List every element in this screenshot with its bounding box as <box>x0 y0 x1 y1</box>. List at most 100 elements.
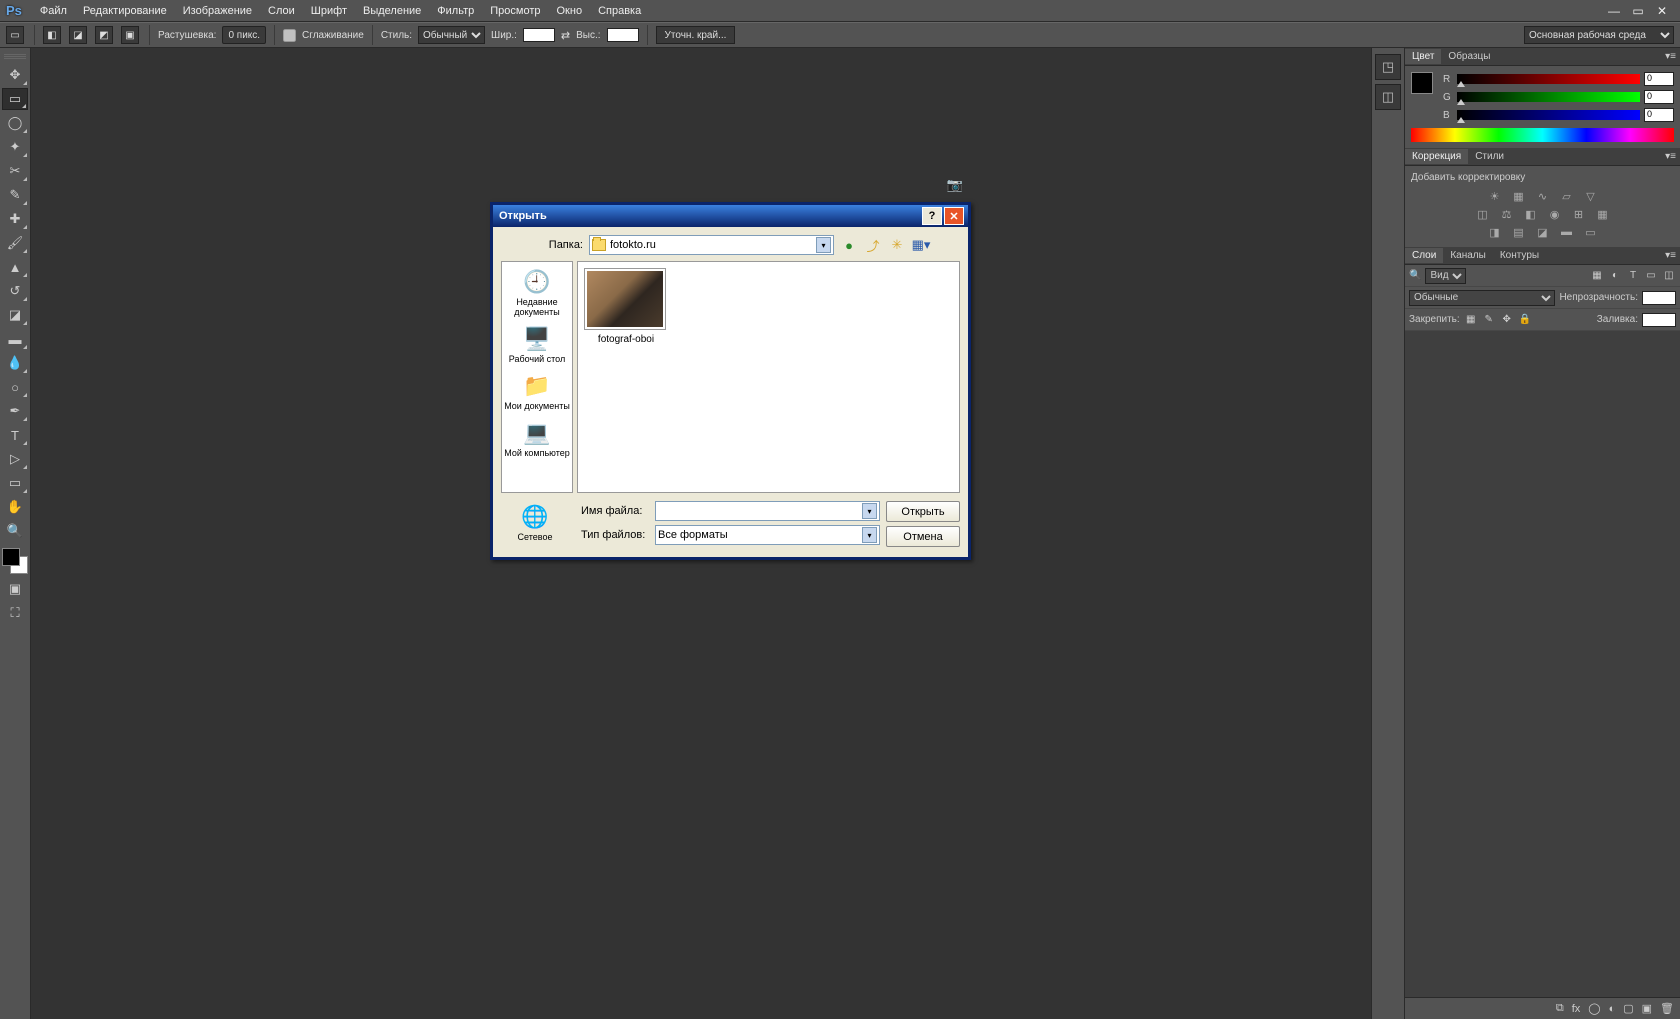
delete-layer-icon[interactable]: 🗑 <box>1660 1002 1674 1015</box>
height-input[interactable] <box>607 28 639 42</box>
adj-gradmap-icon[interactable]: ▬ <box>1558 225 1576 239</box>
nav-up-icon[interactable]: ⤴ <box>864 236 882 254</box>
adj-balance-icon[interactable]: ⚖ <box>1498 207 1516 221</box>
sel-new[interactable]: ◧ <box>43 26 61 44</box>
file-thumbnail[interactable]: fotograf-oboi <box>584 268 668 345</box>
menu-file[interactable]: Файл <box>32 5 75 17</box>
menu-window[interactable]: Окно <box>549 5 591 17</box>
adjust-panel-menu[interactable]: ▾≡ <box>1661 151 1680 162</box>
feather-input[interactable]: 0 пикс. <box>222 26 266 44</box>
brush-tool[interactable]: 🖌 <box>2 232 28 254</box>
magic-wand-tool[interactable]: ✦ <box>2 136 28 158</box>
menu-help[interactable]: Справка <box>590 5 649 17</box>
adj-channel-mixer-icon[interactable]: ⊞ <box>1570 207 1588 221</box>
sel-add[interactable]: ◪ <box>69 26 87 44</box>
color-panel-fg[interactable] <box>1411 72 1433 94</box>
lock-pixels-icon[interactable]: ▦ <box>1464 313 1478 327</box>
sel-intersect[interactable]: ▣ <box>121 26 139 44</box>
adj-levels-icon[interactable]: ▦ <box>1510 189 1528 203</box>
file-list[interactable]: fotograf-oboi <box>577 261 960 493</box>
zoom-tool[interactable]: 🔍 <box>2 520 28 542</box>
filter-type-icon[interactable]: T <box>1626 269 1640 283</box>
sel-subtract[interactable]: ◩ <box>95 26 113 44</box>
menu-filter[interactable]: Фильтр <box>429 5 482 17</box>
crop-tool[interactable]: ✂ <box>2 160 28 182</box>
filter-adj-icon[interactable]: ◐ <box>1608 269 1622 283</box>
view-menu-icon[interactable]: ▦▾ <box>912 236 930 254</box>
place-mydocs[interactable]: 📁 Мои документы <box>503 370 571 413</box>
g-value[interactable]: 0 <box>1644 90 1674 104</box>
cancel-button[interactable]: Отмена <box>886 526 960 547</box>
dialog-close-button[interactable]: ✕ <box>944 207 964 225</box>
layers-panel-menu[interactable]: ▾≡ <box>1661 250 1680 261</box>
lasso-tool[interactable]: ◯ <box>2 112 28 134</box>
history-panel-icon[interactable]: ◳ <box>1375 54 1401 80</box>
new-layer-icon[interactable]: ▣ <box>1642 1002 1652 1015</box>
nav-back-icon[interactable]: ● <box>840 236 858 254</box>
width-input[interactable] <box>523 28 555 42</box>
layer-mask-icon[interactable]: ◯ <box>1588 1002 1600 1015</box>
opacity-field[interactable] <box>1642 291 1676 305</box>
new-adjustment-icon[interactable]: ◐ <box>1609 1003 1616 1015</box>
dialog-help-button[interactable]: ? <box>922 207 942 225</box>
place-recent[interactable]: 🕘 Недавние документы <box>503 266 571 319</box>
path-select-tool[interactable]: ▷ <box>2 448 28 470</box>
eraser-tool[interactable]: ◪ <box>2 304 28 326</box>
menu-select[interactable]: Выделение <box>355 5 429 17</box>
adj-vibrance-icon[interactable]: ▽ <box>1582 189 1600 203</box>
move-tool[interactable]: ✥ <box>2 64 28 86</box>
window-maximize[interactable]: ▭ <box>1626 3 1650 19</box>
pen-tool[interactable]: ✒ <box>2 400 28 422</box>
tab-swatches[interactable]: Образцы <box>1441 49 1497 64</box>
blend-mode-select[interactable]: Обычные <box>1409 290 1555 306</box>
properties-panel-icon[interactable]: ◫ <box>1375 84 1401 110</box>
healing-tool[interactable]: ✚ <box>2 208 28 230</box>
hand-tool[interactable]: ✋ <box>2 496 28 518</box>
filter-smart-icon[interactable]: ◫ <box>1662 269 1676 283</box>
adj-brightness-icon[interactable]: ☀ <box>1486 189 1504 203</box>
adj-photo-filter-icon[interactable]: ◉ <box>1546 207 1564 221</box>
dodge-tool[interactable]: ○ <box>2 376 28 398</box>
gradient-tool[interactable]: ▬ <box>2 328 28 350</box>
r-value[interactable]: 0 <box>1644 72 1674 86</box>
type-tool[interactable]: T <box>2 424 28 446</box>
link-layers-icon[interactable]: ⧉ <box>1556 1002 1564 1015</box>
blur-tool[interactable]: 💧 <box>2 352 28 374</box>
fg-color[interactable] <box>2 548 20 566</box>
adobe-dialog-icon[interactable]: 📷 <box>946 176 964 194</box>
shape-tool[interactable]: ▭ <box>2 472 28 494</box>
menu-edit[interactable]: Редактирование <box>75 5 175 17</box>
folder-select[interactable]: fotokto.ru ▾ <box>589 235 834 255</box>
menu-type[interactable]: Шрифт <box>303 5 355 17</box>
eyedropper-tool[interactable]: ✎ <box>2 184 28 206</box>
menu-layers[interactable]: Слои <box>260 5 303 17</box>
tab-styles[interactable]: Стили <box>1468 149 1511 164</box>
filename-input[interactable]: ▾ <box>655 501 880 521</box>
place-network[interactable]: 🌐 Сетевое <box>501 501 569 544</box>
workspace-select[interactable]: Основная рабочая среда <box>1524 26 1674 44</box>
lock-all-icon[interactable]: 🔒 <box>1518 313 1532 327</box>
antialias-checkbox[interactable] <box>283 29 296 42</box>
adj-hue-icon[interactable]: ◫ <box>1474 207 1492 221</box>
menu-view[interactable]: Просмотр <box>482 5 548 17</box>
dialog-titlebar[interactable]: Открыть ? ✕ <box>493 205 968 227</box>
adj-exposure-icon[interactable]: ▱ <box>1558 189 1576 203</box>
menu-image[interactable]: Изображение <box>175 5 260 17</box>
filter-pixel-icon[interactable]: ▦ <box>1590 269 1604 283</box>
lock-paint-icon[interactable]: ✎ <box>1482 313 1496 327</box>
new-group-icon[interactable]: ▢ <box>1623 1002 1633 1015</box>
layer-fx-icon[interactable]: fx <box>1572 1003 1581 1015</box>
tab-color[interactable]: Цвет <box>1405 49 1441 64</box>
style-select[interactable]: Обычный <box>418 26 485 44</box>
quickmask-toggle[interactable]: ▣ <box>2 578 28 600</box>
layers-list[interactable] <box>1405 331 1680 997</box>
adj-posterize-icon[interactable]: ▤ <box>1510 225 1528 239</box>
refine-edge-button[interactable]: Уточн. край... <box>656 26 736 44</box>
b-value[interactable]: 0 <box>1644 108 1674 122</box>
tab-adjustments[interactable]: Коррекция <box>1405 149 1468 164</box>
adj-lut-icon[interactable]: ▦ <box>1594 207 1612 221</box>
color-swatches[interactable] <box>2 548 28 574</box>
color-panel-menu[interactable]: ▾≡ <box>1661 51 1680 62</box>
screen-mode[interactable]: ⛶ <box>2 602 28 624</box>
adj-bw-icon[interactable]: ◧ <box>1522 207 1540 221</box>
